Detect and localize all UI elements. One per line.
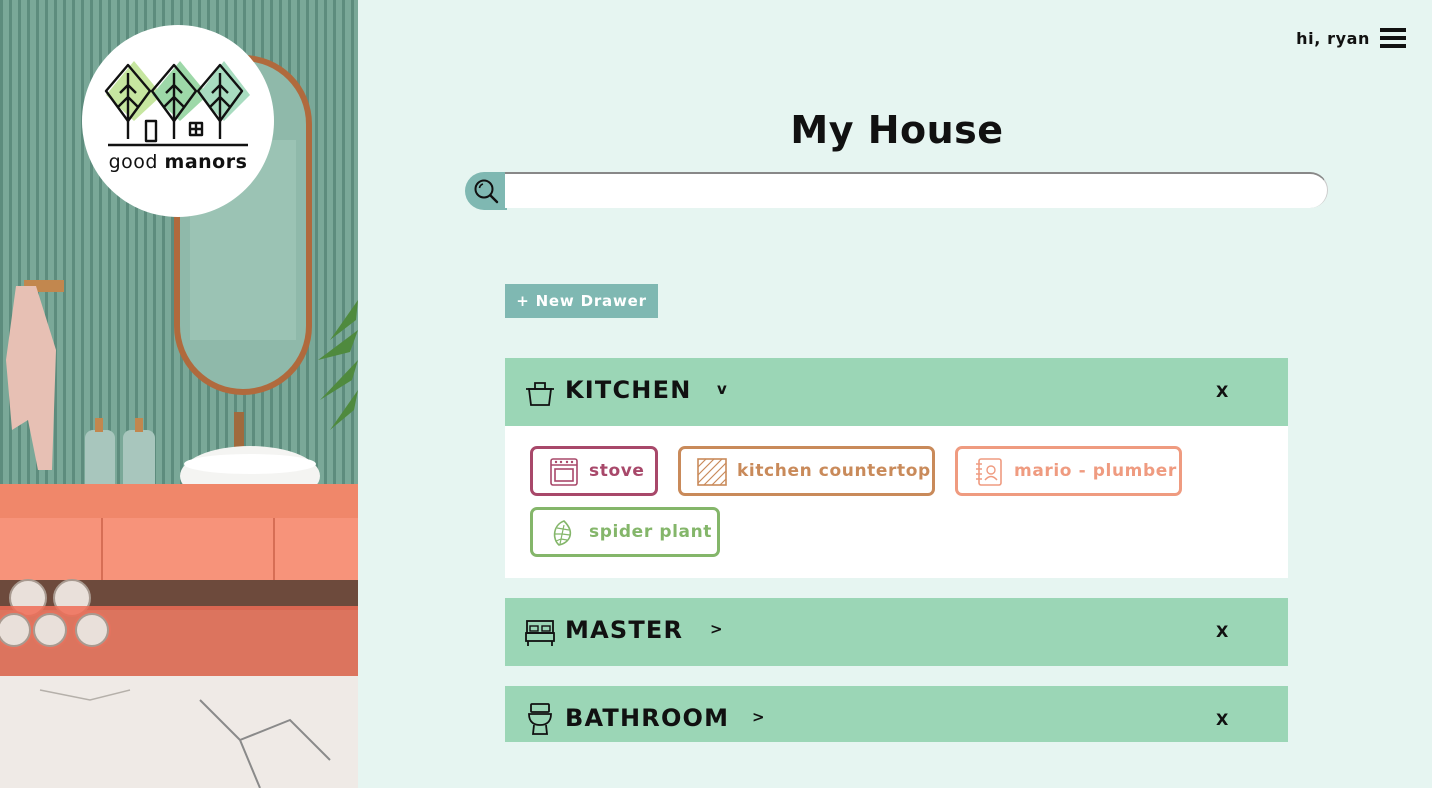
item-chip-stove[interactable]: stove	[530, 446, 658, 496]
new-drawer-button[interactable]: + New Drawer	[505, 284, 658, 318]
brand-name: good manors	[108, 151, 248, 173]
hero-photo: good manors	[0, 0, 358, 788]
page-title: My House	[790, 108, 1004, 152]
expand-toggle[interactable]: >	[752, 708, 765, 726]
item-chip-mario-plumber[interactable]: mario - plumber	[955, 446, 1182, 496]
pot-icon	[526, 382, 554, 406]
drawer-header-master[interactable]: MASTER > X	[505, 598, 1288, 666]
item-label: kitchen countertop	[737, 461, 931, 481]
drawer-header-bathroom[interactable]: BATHROOM > X	[505, 686, 1288, 742]
delete-drawer-button[interactable]: X	[1216, 382, 1228, 401]
contact-book-icon	[976, 458, 1002, 486]
search-button[interactable]	[465, 172, 507, 210]
drawer-name: MASTER	[565, 616, 684, 644]
brand-logo[interactable]: good manors	[82, 25, 274, 217]
search-bar	[465, 172, 1328, 210]
delete-drawer-button[interactable]: X	[1216, 622, 1228, 641]
drawer-header-kitchen[interactable]: KITCHEN v X	[505, 358, 1288, 426]
item-label: stove	[589, 461, 645, 481]
item-chip-kitchen-countertop[interactable]: kitchen countertop	[678, 446, 935, 496]
collapse-toggle[interactable]: v	[717, 380, 727, 398]
toilet-icon	[528, 703, 552, 735]
search-icon	[474, 179, 499, 204]
countertop-icon	[697, 458, 727, 486]
bed-icon	[525, 620, 555, 646]
leaf-icon	[553, 520, 572, 546]
drawer-name: KITCHEN	[565, 376, 692, 404]
drawer-name: BATHROOM	[565, 704, 730, 732]
drawer-items-kitchen: stove kitchen countertop mario - plumber…	[505, 426, 1288, 578]
hamburger-icon[interactable]	[1380, 28, 1406, 48]
stove-icon	[550, 458, 578, 486]
search-input[interactable]	[505, 172, 1328, 208]
item-chip-spider-plant[interactable]: spider plant	[530, 507, 720, 557]
user-greeting: hi, ryan	[1296, 29, 1370, 48]
expand-toggle[interactable]: >	[710, 620, 723, 638]
trees-house-icon	[104, 61, 250, 147]
item-label: spider plant	[589, 522, 713, 542]
delete-drawer-button[interactable]: X	[1216, 710, 1228, 729]
item-label: mario - plumber	[1014, 461, 1177, 481]
